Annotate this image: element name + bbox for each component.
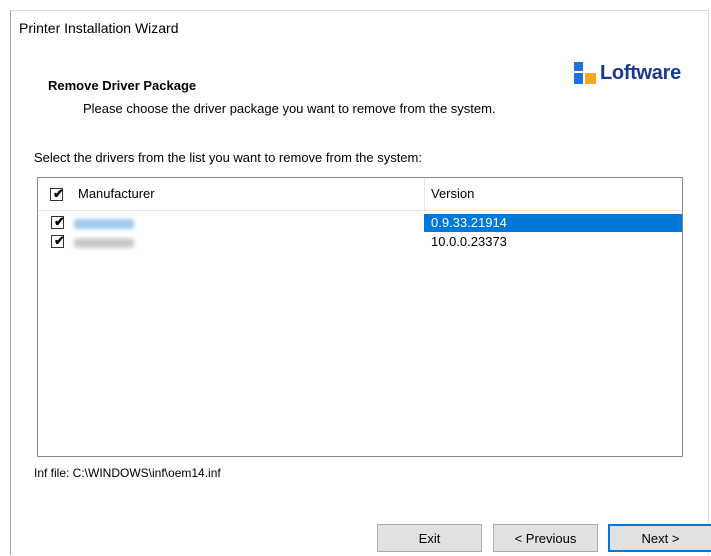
loftware-logo-icon [574,62,596,84]
window-title: Printer Installation Wizard [19,20,179,36]
loftware-logo: Loftware [574,59,681,87]
list-row[interactable]: ✔ 0.9.33.21914 [38,214,682,232]
row-checkbox[interactable]: ✔ [51,233,65,248]
instruction-text: Select the drivers from the list you wan… [34,150,422,165]
manufacturer-cell-redacted [74,219,134,229]
page-title: Remove Driver Package [48,78,197,93]
driver-list[interactable]: ✔ Manufacturer Version ✔ 0.9.33.21914 ✔ … [37,177,683,457]
check-icon: ✔ [53,186,64,201]
check-icon: ✔ [54,214,65,229]
exit-button[interactable]: Exit [377,524,482,552]
column-header-manufacturer[interactable]: Manufacturer [78,186,155,201]
inf-file-label: Inf file: C:\WINDOWS\inf\oem14.inf [34,466,221,480]
previous-button[interactable]: < Previous [493,524,598,552]
list-row[interactable]: ✔ 10.0.0.23373 [38,233,682,251]
column-header-version[interactable]: Version [431,186,474,201]
check-icon: ✔ [54,233,65,248]
select-all-checkbox[interactable]: ✔ [50,186,64,201]
manufacturer-cell-redacted [74,238,134,248]
column-divider[interactable] [424,178,425,210]
list-header: ✔ Manufacturer Version [38,178,682,211]
next-button[interactable]: Next > [608,524,711,552]
version-cell: 10.0.0.23373 [431,234,507,249]
logo-text: Loftware [600,61,681,84]
version-cell: 0.9.33.21914 [424,214,682,232]
page-description: Please choose the driver package you wan… [83,101,496,116]
row-checkbox[interactable]: ✔ [51,214,65,229]
